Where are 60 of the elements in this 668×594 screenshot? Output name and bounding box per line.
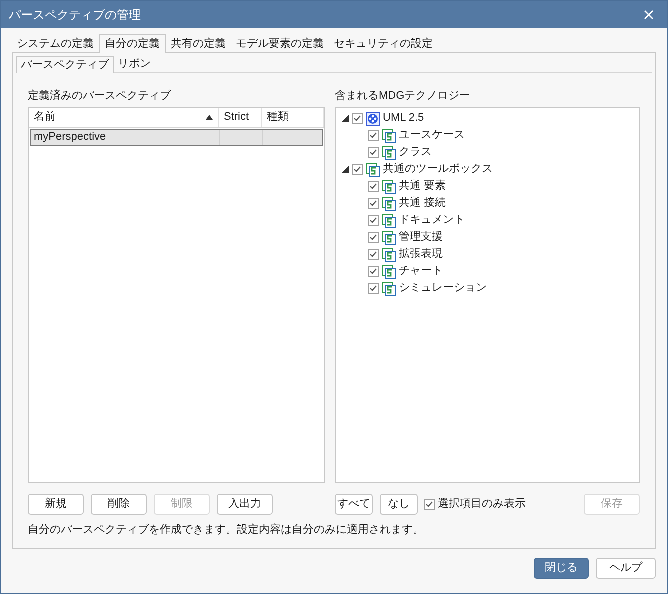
tree-item[interactable]: ユースケース: [399, 127, 465, 144]
button[interactable]: 入出力: [217, 494, 273, 515]
tab[interactable]: パースペクティブ: [16, 56, 114, 73]
column-header[interactable]: Strict: [219, 108, 262, 127]
window-title: パースペクティブの管理: [9, 6, 141, 24]
tab[interactable]: システムの定義: [12, 36, 99, 52]
checkbox[interactable]: [424, 499, 435, 510]
button[interactable]: 削除: [91, 494, 147, 515]
tree-item[interactable]: 共通のツールボックス: [383, 161, 493, 178]
tree-item[interactable]: クラス: [399, 144, 432, 161]
expanded-icon[interactable]: [342, 166, 349, 173]
toolbox-icon: [366, 162, 380, 176]
toolbox-icon: [382, 146, 396, 160]
tab[interactable]: 自分の定義: [99, 34, 166, 53]
checkbox[interactable]: [368, 130, 379, 141]
checkbox[interactable]: [368, 266, 379, 277]
expanded-icon[interactable]: [342, 115, 349, 122]
checkbox[interactable]: [368, 181, 379, 192]
column-header[interactable]: 名前: [29, 108, 219, 127]
checkbox[interactable]: [368, 215, 379, 226]
tab[interactable]: モデル要素の定義: [231, 36, 329, 52]
tab[interactable]: セキュリティの設定: [329, 36, 438, 52]
toolbox-icon: [382, 128, 396, 142]
toolbox-icon: [382, 264, 396, 278]
button[interactable]: ヘルプ: [596, 558, 656, 579]
description-text: 自分のパースペクティブを作成できます。設定内容は自分のみに適用されます。: [28, 523, 425, 538]
checkbox[interactable]: [368, 198, 379, 209]
toolbox-icon: [382, 248, 396, 262]
list-row[interactable]: myPerspective: [30, 129, 323, 146]
toolbox-icon: [382, 214, 396, 228]
checkbox[interactable]: [352, 113, 363, 124]
tree-item[interactable]: 拡張表現: [399, 246, 443, 263]
button[interactable]: 閉じる: [534, 558, 589, 579]
checkbox[interactable]: [352, 164, 363, 175]
toolbox-icon: [382, 180, 396, 194]
section-label: 含まれるMDGテクノロジー: [335, 89, 472, 104]
toolbox-icon: [382, 282, 396, 296]
tree-item[interactable]: シミュレーション: [399, 280, 487, 297]
checkbox[interactable]: [368, 147, 379, 158]
tree-item[interactable]: 共通 接続: [399, 195, 446, 212]
close-icon[interactable]: [644, 10, 654, 20]
button[interactable]: 新規: [28, 494, 84, 515]
button[interactable]: なし: [380, 494, 418, 515]
button[interactable]: すべて: [335, 494, 373, 515]
tab[interactable]: 共有の定義: [166, 36, 231, 52]
tab[interactable]: リボン: [114, 57, 155, 72]
section-label: 定義済みのパースペクティブ: [28, 88, 172, 104]
selected-only-checkbox[interactable]: 選択項目のみ表示: [424, 496, 526, 513]
tree-item[interactable]: 管理支援: [399, 229, 443, 246]
tree-item[interactable]: チャート: [399, 263, 443, 280]
tree-item[interactable]: UML 2.5: [383, 110, 424, 127]
network-icon: [366, 112, 380, 126]
checkbox[interactable]: [368, 283, 379, 294]
checkbox[interactable]: [368, 249, 379, 260]
tree-item[interactable]: ドキュメント: [399, 212, 465, 229]
checkbox[interactable]: [368, 232, 379, 243]
column-header[interactable]: 種類: [262, 108, 324, 127]
toolbox-icon: [382, 196, 396, 210]
tree-item[interactable]: 共通 要素: [399, 178, 446, 195]
toolbox-icon: [382, 230, 396, 244]
